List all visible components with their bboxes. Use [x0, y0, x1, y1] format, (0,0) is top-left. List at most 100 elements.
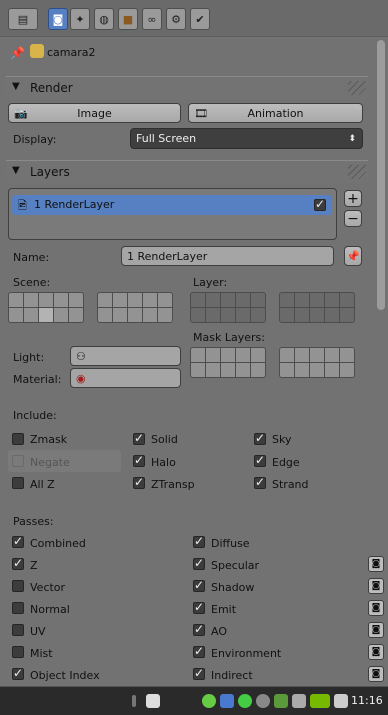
allz-label: All Z	[30, 478, 55, 491]
pin-icon[interactable]: 📌	[344, 246, 362, 266]
camera-icon[interactable]: ◙	[368, 578, 384, 594]
camera-icon[interactable]: ◙	[368, 666, 384, 682]
z-checkbox[interactable]	[12, 556, 24, 570]
constraints-icon[interactable]: ∞	[142, 8, 162, 30]
render-image-button[interactable]: 📷 Image	[8, 103, 181, 123]
modifiers-icon[interactable]: ⚙	[166, 8, 186, 30]
collapse-triangle-icon: ▼	[12, 165, 20, 176]
negate-checkbox[interactable]	[12, 455, 24, 467]
uv-checkbox[interactable]	[12, 624, 24, 636]
normal-checkbox[interactable]	[12, 602, 24, 614]
layer-enabled-checkbox[interactable]	[314, 197, 326, 211]
edge-label: Edge	[272, 456, 300, 469]
emit-label: Emit	[211, 603, 237, 616]
object-index-label: Object Index	[30, 669, 100, 682]
sky-label: Sky	[272, 433, 292, 446]
scene-layers-grid-left[interactable]	[8, 292, 84, 323]
render-panel-header[interactable]: ▼ Render	[6, 76, 368, 99]
keyboard-icon[interactable]	[146, 694, 160, 708]
light-field[interactable]: ⚇	[70, 346, 181, 366]
material-label: Material:	[13, 373, 62, 386]
light-label: Light:	[13, 351, 45, 364]
gpu-icon[interactable]	[310, 694, 330, 708]
ztransp-label: ZTransp	[151, 478, 195, 491]
object-index-checkbox[interactable]	[12, 666, 24, 680]
scene-icon[interactable]: ✦	[70, 8, 90, 30]
camera-icon[interactable]: ◙	[368, 644, 384, 660]
pin-icon[interactable]: 📌	[10, 46, 25, 60]
render-still-icon: 📷	[14, 106, 28, 120]
material-field[interactable]: ◉	[70, 368, 181, 388]
halo-checkbox[interactable]	[133, 453, 145, 467]
mist-label: Mist	[30, 647, 53, 660]
display-label: Display:	[13, 133, 57, 146]
render-animation-label: Animation	[247, 106, 304, 120]
mask-layers-grid-left[interactable]	[190, 347, 266, 378]
scene-layers-grid-right[interactable]	[97, 292, 173, 323]
divider	[132, 695, 136, 707]
display-select[interactable]: Full Screen ⬍	[130, 128, 363, 149]
properties-header: ▤ ◙ ✦ ◍ ■ ∞ ⚙ ✔	[0, 0, 388, 37]
clock-tray-icon[interactable]	[256, 694, 270, 708]
zmask-checkbox[interactable]	[12, 433, 24, 445]
layer-name-value: 1 RenderLayer	[127, 249, 208, 263]
combined-checkbox[interactable]	[12, 534, 24, 548]
camera-icon[interactable]: ◙	[368, 600, 384, 616]
panel-title: Layers	[30, 165, 70, 179]
diffuse-checkbox[interactable]	[193, 534, 205, 548]
panel-title: Render	[30, 81, 73, 95]
sky-checkbox[interactable]	[254, 431, 266, 445]
updown-arrow-icon: ⬍	[348, 133, 356, 144]
drag-grip-icon[interactable]	[348, 165, 366, 179]
emit-checkbox[interactable]	[193, 600, 205, 614]
layer-name-field[interactable]: 1 RenderLayer	[121, 246, 334, 266]
volume-icon[interactable]	[292, 694, 306, 708]
ao-checkbox[interactable]	[193, 622, 205, 636]
vector-checkbox[interactable]	[12, 580, 24, 592]
add-layer-button[interactable]: +	[344, 190, 362, 207]
mask-layers-grid-right[interactable]	[279, 347, 355, 378]
data-icon[interactable]: ✔	[190, 8, 210, 30]
allz-checkbox[interactable]	[12, 477, 24, 489]
camera-icon[interactable]: ◙	[368, 622, 384, 638]
shadow-checkbox[interactable]	[193, 578, 205, 592]
render-animation-button[interactable]: 🎞 Animation	[188, 103, 363, 123]
network-icon[interactable]	[202, 694, 216, 708]
zmask-label: Zmask	[30, 433, 68, 446]
scene-data-icon	[30, 44, 44, 58]
user-icon[interactable]	[220, 694, 234, 708]
chat-icon[interactable]	[238, 694, 252, 708]
layer-label: Layer:	[193, 276, 228, 289]
context-name: camara2	[47, 46, 96, 59]
editor-type-icon[interactable]: ▤	[8, 8, 38, 30]
camera-icon[interactable]: ◙	[48, 8, 68, 30]
solid-checkbox[interactable]	[133, 431, 145, 445]
scrollbar[interactable]	[377, 40, 385, 310]
mist-checkbox[interactable]	[12, 646, 24, 658]
environment-checkbox[interactable]	[193, 644, 205, 658]
strand-label: Strand	[272, 478, 309, 491]
edge-checkbox[interactable]	[254, 453, 266, 467]
monitor-icon[interactable]	[334, 694, 348, 708]
render-image-label: Image	[77, 106, 112, 120]
render-layer-list[interactable]: 🖻 1 RenderLayer	[8, 188, 337, 240]
layer-layers-grid-right[interactable]	[279, 292, 355, 323]
ztransp-checkbox[interactable]	[133, 475, 145, 489]
indirect-checkbox[interactable]	[193, 666, 205, 680]
camera-icon[interactable]: ◙	[368, 556, 384, 572]
lamp-icon: ⚇	[76, 349, 86, 363]
drag-grip-icon[interactable]	[348, 81, 366, 95]
remove-layer-button[interactable]: −	[344, 210, 362, 227]
layers-panel-header[interactable]: ▼ Layers	[6, 160, 368, 183]
display-value: Full Screen	[136, 132, 197, 145]
shield-icon[interactable]	[274, 694, 288, 708]
list-item[interactable]: 🖻 1 RenderLayer	[12, 195, 332, 215]
scene-label: Scene:	[13, 276, 51, 289]
indirect-label: Indirect	[211, 669, 253, 682]
specular-checkbox[interactable]	[193, 556, 205, 570]
layer-layers-grid-left[interactable]	[190, 292, 266, 323]
strand-checkbox[interactable]	[254, 475, 266, 489]
normal-label: Normal	[30, 603, 70, 616]
world-icon[interactable]: ◍	[94, 8, 114, 30]
object-icon[interactable]: ■	[118, 8, 138, 30]
